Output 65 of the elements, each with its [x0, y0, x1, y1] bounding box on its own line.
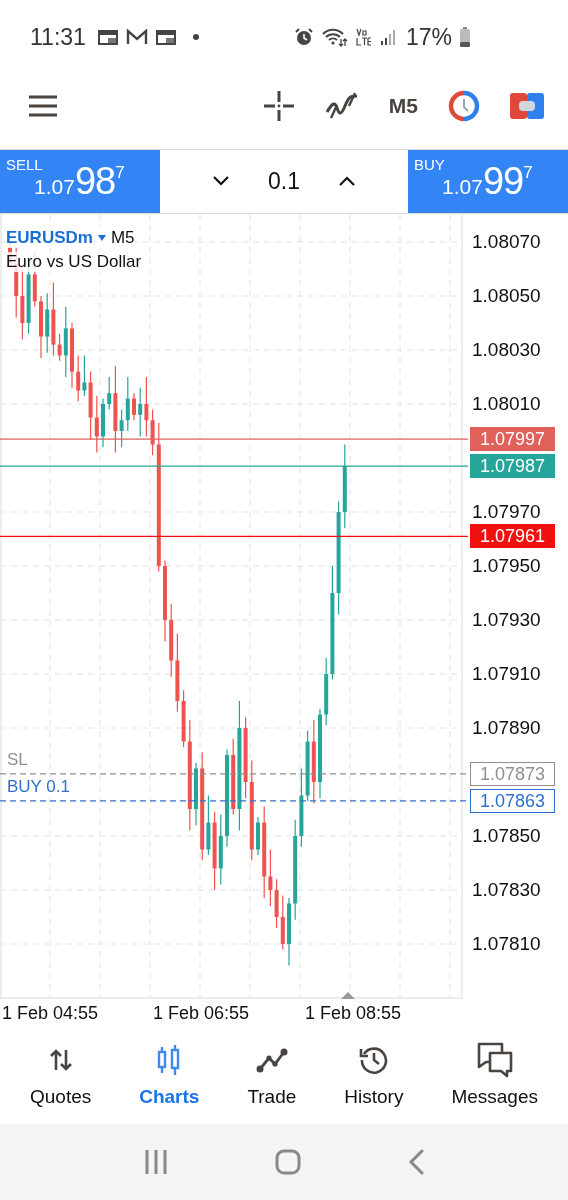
chart-timeframe: M5 [110, 227, 135, 248]
home-icon[interactable] [275, 1148, 301, 1175]
volte-icon [355, 27, 372, 48]
buy-button[interactable]: BUY 1.0799$^{7}$ [408, 149, 568, 213]
time-axis-label: 1 Feb 04:55 [2, 1002, 99, 1024]
price-axis-label: 1.07890 [472, 715, 541, 740]
dot-icon [191, 33, 200, 42]
symbol-name[interactable]: EURUSDm [6, 227, 93, 248]
time-axis-label: 1 Feb 08:55 [305, 1002, 402, 1024]
price-axis-label: 1.07830 [472, 877, 541, 902]
calendar-icon [97, 29, 118, 46]
recent-apps-icon[interactable] [143, 1149, 168, 1174]
current-bar-marker-icon [341, 991, 355, 999]
indicator-icon[interactable] [324, 92, 359, 121]
battery-percent: 17% [405, 23, 452, 51]
price-axis-label: 1.07810 [472, 931, 541, 956]
candle [101, 397, 105, 448]
candle [132, 392, 136, 421]
price-axis-label: 1.08050 [472, 283, 541, 308]
candle [256, 816, 260, 856]
price-axis-label: 1.07850 [472, 823, 541, 848]
price-axis-label: 1.08070 [472, 229, 541, 254]
chat-bubbles-icon [475, 1042, 514, 1079]
battery-icon [460, 27, 470, 48]
clock-icon[interactable] [448, 90, 480, 123]
trend-line-icon [255, 1047, 288, 1074]
nav-tab[interactable]: Trade [243, 1042, 301, 1109]
price-tag: 1.07987 [470, 453, 555, 478]
menu-icon[interactable] [28, 95, 58, 118]
symbol-description: Euro vs US Dollar [6, 251, 142, 272]
price-axis-label: 1.08030 [472, 337, 541, 362]
price-tag: 1.07873 [470, 761, 555, 786]
nav-tab[interactable]: History [340, 1042, 408, 1109]
history-icon [358, 1045, 389, 1076]
price-axis-label: 1.07930 [472, 607, 541, 632]
price-axis-label: 1.07910 [472, 661, 541, 686]
price-axis-label: 1.07950 [472, 553, 541, 578]
time-axis-label: 1 Feb 06:55 [153, 1002, 250, 1024]
mail-icon [125, 29, 148, 46]
candle [39, 295, 43, 359]
nav-tab[interactable]: Quotes [26, 1042, 96, 1109]
candle [70, 322, 74, 389]
price-tag: 1.07961 [470, 524, 555, 549]
clock-time: 11:31 [30, 23, 86, 51]
price-line-label: SL [7, 749, 28, 770]
nav-tab[interactable]: Messages [447, 1042, 542, 1109]
sell-button[interactable]: SELL 1.0798$^{7}$ [0, 149, 160, 213]
signal-icon [379, 28, 398, 47]
wifi-icon [321, 27, 348, 48]
alarm-icon [293, 27, 314, 48]
nav-tab[interactable]: Charts [135, 1042, 204, 1109]
price-tag: 1.07997 [470, 426, 555, 451]
volume-value[interactable]: 0.1 [268, 167, 300, 195]
calendar-icon [155, 29, 176, 46]
timeframe-button[interactable]: M5 [388, 94, 418, 119]
candle [194, 762, 198, 826]
price-axis-label: 1.07970 [472, 499, 541, 524]
dropdown-caret-icon[interactable] [97, 234, 106, 241]
price-tag: 1.07863 [470, 788, 555, 813]
price-line-label: BUY 0.1 [7, 776, 70, 797]
back-icon[interactable] [408, 1148, 425, 1175]
price-axis-label: 1.08010 [472, 391, 541, 416]
candle [287, 897, 291, 967]
crosshair-icon[interactable] [262, 90, 295, 123]
toggle-icon[interactable] [510, 93, 544, 120]
